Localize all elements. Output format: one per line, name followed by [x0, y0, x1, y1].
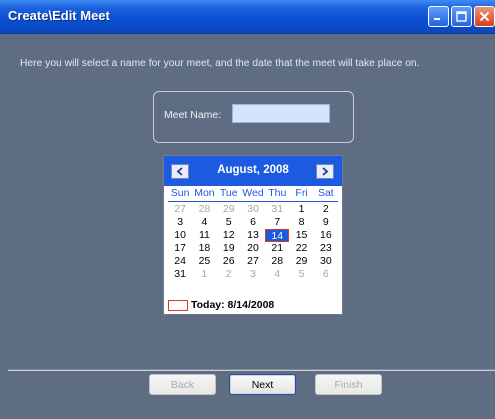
day-of-week-label: Mon [194, 187, 215, 199]
calendar-day[interactable]: 22 [289, 242, 313, 255]
instruction-text: Here you will select a name for your mee… [20, 58, 420, 69]
calendar-day[interactable]: 17 [168, 242, 192, 255]
calendar-day[interactable]: 29 [289, 255, 313, 268]
calendar-day[interactable]: 13 [241, 229, 265, 242]
calendar-week-row: 27 28 29 30 31 1 2 [168, 203, 338, 216]
today-link[interactable]: Today: 8/14/2008 [168, 298, 274, 312]
day-of-week-label: Sat [317, 187, 334, 199]
calendar-week-row: 24 25 26 27 28 29 30 [168, 255, 338, 268]
calendar-day[interactable]: 4 [192, 216, 216, 229]
calendar: August, 2008 Sun Mon Tue Wed Thu Fri Sat… [163, 155, 343, 315]
calendar-day[interactable]: 12 [217, 229, 241, 242]
title-bar[interactable]: Create\Edit Meet [0, 0, 495, 34]
calendar-day[interactable]: 29 [217, 203, 241, 216]
close-button[interactable] [474, 6, 495, 27]
chevron-left-icon [176, 167, 183, 176]
calendar-day[interactable]: 18 [192, 242, 216, 255]
calendar-day[interactable]: 27 [168, 203, 192, 216]
create-edit-meet-window: Create\Edit Meet Here you will select a … [0, 0, 495, 419]
today-label: Today: 8/14/2008 [191, 299, 275, 311]
calendar-day[interactable]: 11 [192, 229, 216, 242]
calendar-day[interactable]: 9 [314, 216, 338, 229]
calendar-day[interactable]: 3 [168, 216, 192, 229]
calendar-day[interactable]: 31 [265, 203, 289, 216]
calendar-day[interactable]: 19 [217, 242, 241, 255]
calendar-day[interactable]: 28 [192, 203, 216, 216]
calendar-day-selected[interactable]: 14 [265, 229, 290, 242]
button-separator [8, 369, 495, 371]
day-of-week-label: Fri [295, 187, 308, 199]
calendar-day[interactable]: 8 [289, 216, 313, 229]
calendar-day[interactable]: 25 [192, 255, 216, 268]
minimize-button[interactable] [428, 6, 449, 27]
day-of-week-header: Sun Mon Tue Wed Thu Fri Sat [168, 187, 338, 202]
calendar-day[interactable]: 30 [314, 255, 338, 268]
prev-month-button[interactable] [171, 164, 189, 179]
calendar-week-row: 3456789 [168, 216, 338, 229]
calendar-day[interactable]: 7 [265, 216, 289, 229]
calendar-day[interactable]: 24 [168, 255, 192, 268]
meet-name-input[interactable] [232, 104, 330, 123]
today-marker [168, 299, 188, 311]
calendar-week-row: 10 11 12 13 14 15 16 [168, 229, 338, 242]
day-of-week-label: Sun [170, 187, 190, 199]
calendar-day[interactable]: 26 [217, 255, 241, 268]
finish-button[interactable]: Finish [315, 374, 382, 395]
calendar-day[interactable]: 4 [265, 268, 289, 281]
calendar-day[interactable]: 1 [192, 268, 216, 281]
calendar-day[interactable]: 6 [314, 268, 338, 281]
calendar-day[interactable]: 1 [289, 203, 313, 216]
calendar-day[interactable]: 10 [168, 229, 192, 242]
chevron-right-icon [322, 167, 329, 176]
calendar-week-row: 31 1 2 3 4 5 6 [168, 268, 338, 281]
calendar-day[interactable]: 16 [314, 229, 338, 242]
minimize-icon [434, 18, 440, 20]
calendar-day[interactable]: 5 [217, 216, 241, 229]
calendar-header: August, 2008 [164, 156, 342, 186]
day-of-week-label: Wed [242, 187, 264, 199]
calendar-day[interactable]: 21 [265, 242, 289, 255]
next-button[interactable]: Next [229, 374, 296, 395]
calendar-day-grid: 27 28 29 30 31 1 2 3 4 5 6 7 8 9 10 11 12 13 14 15 16 17 18 19 2… [168, 203, 338, 281]
calendar-day[interactable]: 5 [289, 268, 313, 281]
close-icon [479, 11, 490, 22]
day-of-week-label: Tue [219, 187, 238, 199]
day-of-week-label: Thu [268, 187, 287, 199]
calendar-day[interactable]: 30 [241, 203, 265, 216]
next-month-button[interactable] [316, 164, 334, 179]
calendar-day[interactable]: 2 [314, 203, 338, 216]
calendar-day[interactable]: 27 [241, 255, 265, 268]
calendar-day[interactable]: 2 [217, 268, 241, 281]
calendar-week-row: 17 18 19 20 21 22 23 [168, 242, 338, 255]
calendar-day[interactable]: 28 [265, 255, 289, 268]
calendar-day[interactable]: 23 [314, 242, 338, 255]
calendar-day[interactable]: 3 [241, 268, 265, 281]
maximize-icon [456, 11, 467, 22]
maximize-button[interactable] [451, 6, 472, 27]
calendar-day[interactable]: 20 [241, 242, 265, 255]
calendar-month-title[interactable]: August, 2008 [194, 164, 312, 176]
meet-name-label: Meet Name: [164, 109, 222, 121]
back-button[interactable]: Back [149, 374, 216, 395]
meet-name-group: Meet Name: [153, 91, 354, 143]
calendar-day[interactable]: 6 [241, 216, 265, 229]
calendar-day[interactable]: 15 [289, 229, 313, 242]
window-title: Create\Edit Meet [8, 8, 110, 23]
calendar-day[interactable]: 31 [168, 268, 192, 281]
